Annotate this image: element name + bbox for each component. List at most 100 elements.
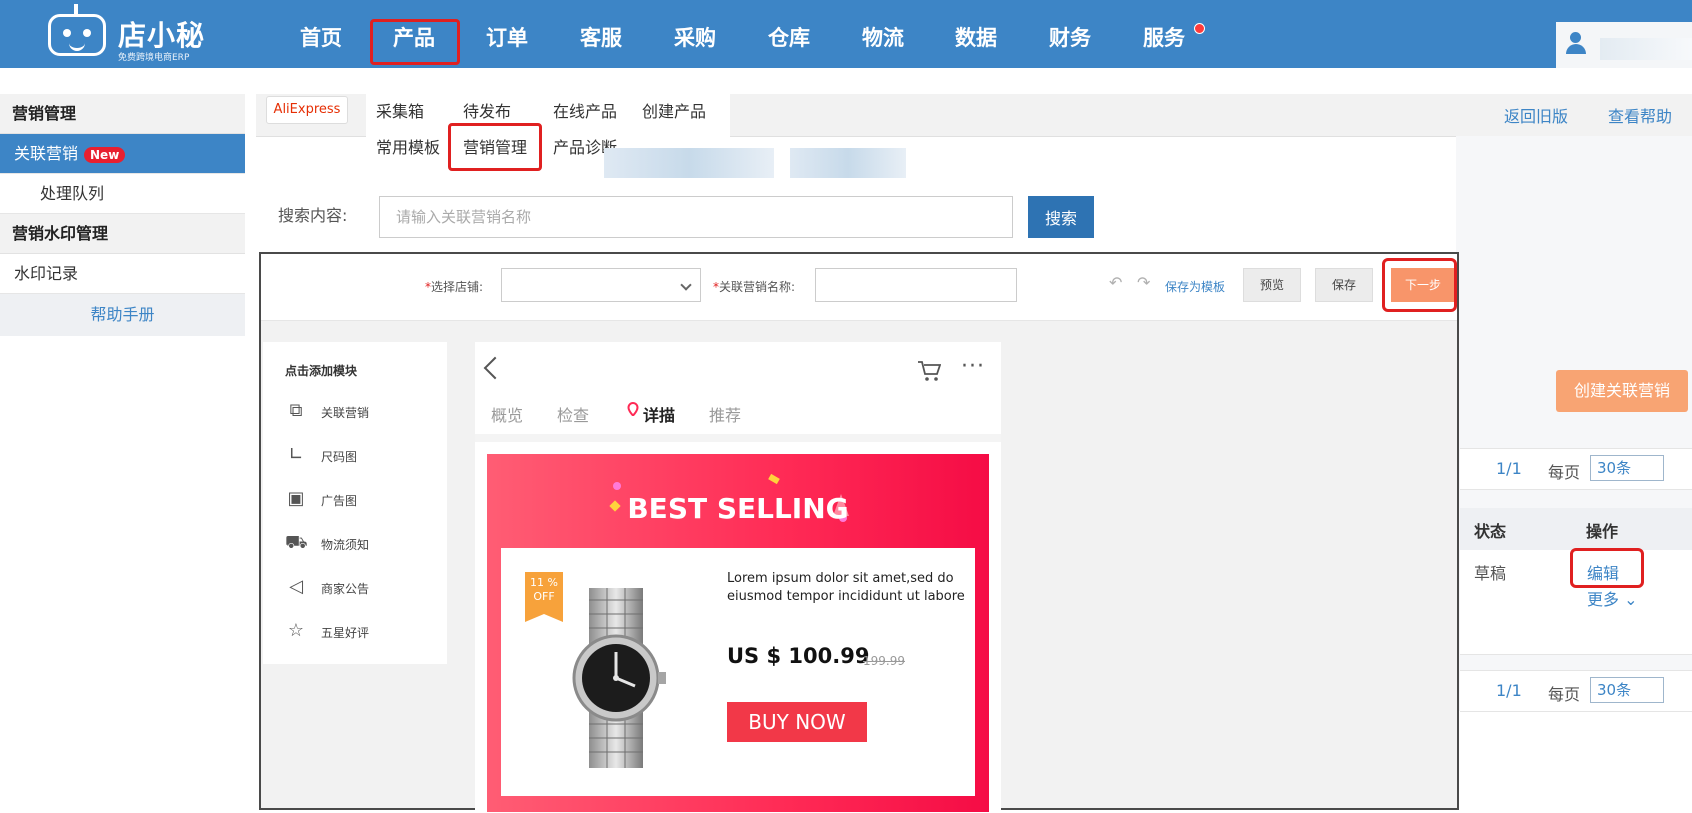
robot-antenna bbox=[74, 4, 78, 14]
mobile-preview: ··· 概览 检查 详描 推荐 BEST SELLING 11 % OFF Lo… bbox=[475, 342, 1001, 812]
banner-title: BEST SELLING bbox=[627, 492, 849, 525]
discount-tag: 11 % OFF bbox=[525, 572, 563, 622]
per-page-select[interactable]: 30条 bbox=[1590, 677, 1664, 703]
row-status: 草稿 bbox=[1474, 564, 1507, 583]
module-five-star-review[interactable]: ☆ 五星好评 bbox=[285, 616, 435, 646]
search-button[interactable]: 搜索 bbox=[1028, 196, 1094, 238]
nav-orders[interactable]: 订单 bbox=[486, 22, 528, 52]
sidebar-item-related-marketing[interactable]: 关联营销 New bbox=[0, 134, 245, 174]
nav-customer-service[interactable]: 客服 bbox=[580, 22, 622, 52]
related-icon: ⧉ bbox=[289, 400, 303, 421]
nav-finance[interactable]: 财务 bbox=[1049, 22, 1091, 52]
search-input[interactable] bbox=[379, 196, 1013, 238]
product-card: 11 % OFF Lorem ipsum dolor sit amet,sed … bbox=[501, 548, 975, 796]
table-header: 状态 操作 bbox=[1460, 508, 1692, 550]
module-related-marketing[interactable]: ⧉ 关联营销 bbox=[285, 396, 435, 426]
best-selling-banner: BEST SELLING 11 % OFF Lorem ipsum dolor … bbox=[487, 454, 989, 812]
submenu-pending-publish[interactable]: 待发布 bbox=[463, 98, 511, 122]
save-as-template-link[interactable]: 保存为模板 bbox=[1165, 278, 1225, 295]
truck-icon: ⛟ bbox=[285, 532, 308, 553]
store-select[interactable] bbox=[501, 268, 701, 302]
sidebar-item-watermark-records[interactable]: 水印记录 bbox=[0, 254, 245, 294]
sidebar-item-queue[interactable]: 处理队列 bbox=[0, 174, 245, 214]
cart-icon[interactable] bbox=[917, 360, 942, 387]
product-description: Lorem ipsum dolor sit amet,sed do eiusmo… bbox=[727, 571, 965, 604]
username-blurred bbox=[1600, 38, 1692, 60]
redo-icon[interactable]: ↷ bbox=[1137, 275, 1153, 291]
blurred-content bbox=[604, 148, 774, 178]
logo-subtitle: 免费跨境电商ERP bbox=[118, 53, 190, 63]
module-label: 商家公告 bbox=[321, 582, 370, 596]
create-related-marketing-button[interactable]: 创建关联营销 bbox=[1556, 370, 1688, 412]
module-panel-title: 点击添加模块 bbox=[285, 364, 358, 378]
original-price: 199.99 bbox=[863, 654, 905, 668]
image-icon: ▣ bbox=[287, 488, 305, 509]
confetti-decoration bbox=[613, 482, 621, 490]
location-pin-icon bbox=[627, 402, 639, 416]
back-to-old-version-link[interactable]: 返回旧版 bbox=[1504, 103, 1568, 127]
module-label: 五星好评 bbox=[321, 626, 370, 640]
blurred-content bbox=[790, 148, 906, 178]
submenu-online-products[interactable]: 在线产品 bbox=[553, 98, 617, 122]
editor-toolbar: *选择店铺: *关联营销名称: ↶ ↷ 保存为模板 预览 保存 下一步 bbox=[261, 254, 1457, 321]
nav-home[interactable]: 首页 bbox=[300, 22, 342, 52]
search-label: 搜索内容: bbox=[278, 206, 348, 225]
marketing-name-input[interactable] bbox=[815, 268, 1017, 302]
column-status: 状态 bbox=[1474, 522, 1507, 541]
buy-now-button[interactable]: BUY NOW bbox=[727, 702, 867, 742]
per-page-select[interactable]: 30条 bbox=[1590, 455, 1664, 481]
aliexpress-logo[interactable]: AliExpress bbox=[266, 96, 348, 124]
product-price: US $ 100.99 bbox=[727, 644, 870, 668]
watch-product-image bbox=[572, 588, 666, 768]
user-icon[interactable] bbox=[1566, 32, 1592, 56]
back-arrow-icon[interactable] bbox=[483, 356, 507, 380]
submenu-active-highlight bbox=[448, 123, 542, 171]
module-logistics-notice[interactable]: ⛟ 物流须知 bbox=[285, 528, 435, 558]
star-icon: ☆ bbox=[287, 620, 305, 641]
megaphone-icon: ◁ bbox=[289, 576, 303, 597]
nav-purchasing[interactable]: 采购 bbox=[674, 22, 716, 52]
save-button[interactable]: 保存 bbox=[1315, 268, 1373, 302]
nav-logistics[interactable]: 物流 bbox=[862, 22, 904, 52]
new-badge: New bbox=[84, 146, 126, 163]
logo-name: 店小秘 bbox=[118, 19, 206, 52]
left-sidebar: 营销管理 关联营销 New 处理队列 营销水印管理 水印记录 帮助手册 bbox=[0, 94, 245, 336]
submenu-create-product[interactable]: 创建产品 bbox=[642, 98, 706, 122]
chevron-down-icon: ⌄ bbox=[1624, 590, 1638, 609]
tab-details[interactable]: 详描 bbox=[643, 402, 675, 426]
confetti-decoration bbox=[768, 473, 780, 485]
pagination-top: 1/1 每页 30条 bbox=[1460, 448, 1692, 490]
help-manual-link[interactable]: 帮助手册 bbox=[0, 294, 245, 336]
nav-products-highlight bbox=[370, 19, 460, 65]
submenu-collection-box[interactable]: 采集箱 bbox=[376, 98, 424, 122]
submenu-templates[interactable]: 常用模板 bbox=[376, 134, 440, 158]
module-panel: 点击添加模块 ⧉ 关联营销 ∟ 尺码图 ▣ 广告图 ⛟ 物流须知 ◁ 商家公告 ☆ 五星好评 bbox=[263, 342, 447, 664]
preview-button[interactable]: 预览 bbox=[1243, 268, 1301, 302]
module-label: 关联营销 bbox=[321, 406, 370, 420]
related-marketing-editor: *选择店铺: *关联营销名称: ↶ ↷ 保存为模板 预览 保存 下一步 点击添加… bbox=[259, 252, 1459, 812]
module-ad-image[interactable]: ▣ 广告图 bbox=[285, 484, 435, 514]
more-link[interactable]: 更多 ⌄ bbox=[1587, 586, 1638, 610]
nav-warehouse[interactable]: 仓库 bbox=[768, 22, 810, 52]
nav-data[interactable]: 数据 bbox=[955, 22, 997, 52]
module-size-chart[interactable]: ∟ 尺码图 bbox=[285, 440, 435, 470]
undo-icon[interactable]: ↶ bbox=[1109, 275, 1125, 291]
more-dots-icon[interactable]: ··· bbox=[961, 354, 985, 379]
edit-highlight bbox=[1570, 548, 1644, 588]
per-page-label: 每页 bbox=[1548, 463, 1581, 482]
next-step-highlight bbox=[1382, 258, 1457, 312]
divider bbox=[475, 434, 1001, 442]
page-indicator[interactable]: 1/1 bbox=[1496, 459, 1522, 478]
page-indicator[interactable]: 1/1 bbox=[1496, 681, 1522, 700]
nav-services[interactable]: 服务 bbox=[1143, 22, 1185, 52]
sidebar-section-watermark: 营销水印管理 bbox=[0, 214, 245, 254]
tab-recommend[interactable]: 推荐 bbox=[709, 402, 741, 426]
marketing-name-label-text: 关联营销名称: bbox=[719, 280, 796, 294]
view-help-link[interactable]: 查看帮助 bbox=[1608, 103, 1672, 127]
module-merchant-announcement[interactable]: ◁ 商家公告 bbox=[285, 572, 435, 602]
app-logo[interactable]: 店小秘 免费跨境电商ERP bbox=[48, 4, 208, 64]
tab-overview[interactable]: 概览 bbox=[491, 402, 523, 426]
module-label: 广告图 bbox=[321, 494, 358, 508]
store-label-text: 选择店铺: bbox=[431, 280, 484, 294]
tab-inspection[interactable]: 检查 bbox=[557, 402, 589, 426]
